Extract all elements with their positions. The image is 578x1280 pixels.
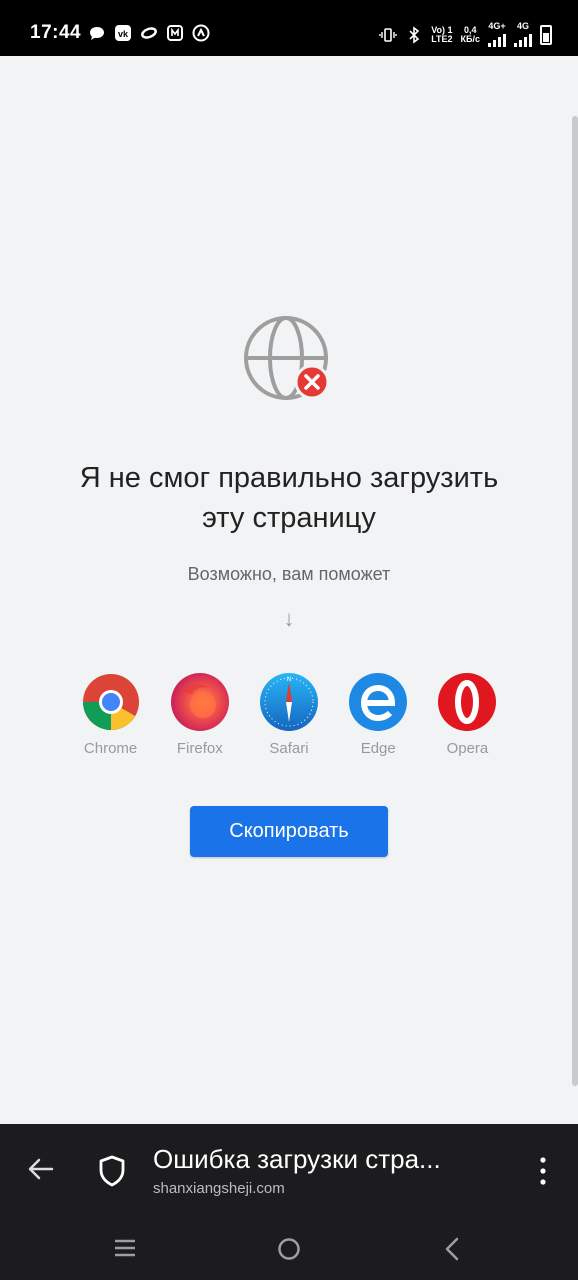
news-icon <box>167 25 183 41</box>
arrow-down-icon: ↓ <box>283 606 295 631</box>
vk-icon: vk <box>115 25 131 41</box>
signal-bars-icon <box>514 31 532 47</box>
vibrate-icon <box>379 27 397 42</box>
address-bar: Ошибка загрузки стра... shanxiangsheji.c… <box>0 1124 578 1218</box>
signal-bars-icon <box>488 31 506 47</box>
signal-sim1: 4G+ <box>488 22 506 47</box>
battery-icon <box>540 24 552 45</box>
message-icon <box>90 27 104 40</box>
copy-button[interactable]: Скопировать <box>190 806 388 857</box>
browser-label: Firefox <box>176 740 223 757</box>
svg-text:vk: vk <box>118 29 129 39</box>
edge-icon <box>349 673 408 731</box>
browser-list: Chrome Firefox N Safari Edge Opera <box>66 672 512 757</box>
back-arrow-icon[interactable] <box>26 1154 56 1184</box>
bluetooth-icon <box>409 25 420 44</box>
firefox-icon <box>170 673 229 731</box>
browser-opera[interactable]: Opera <box>423 672 512 757</box>
globe-error-icon <box>244 316 330 400</box>
scrollbar[interactable] <box>572 116 578 1086</box>
error-title: Я не смог правильно загрузить эту страни… <box>0 458 578 538</box>
signal-sim2: 4G <box>514 22 532 47</box>
status-notification-icons: vk <box>88 24 210 42</box>
status-system-icons: Vo) 1 LTE2 0,4 КБ/с 4G+ 4G <box>379 22 552 47</box>
browser-label: Opera <box>446 740 489 757</box>
volte-indicator: Vo) 1 LTE2 <box>431 24 453 44</box>
page-url[interactable]: shanxiangsheji.com <box>153 1180 285 1197</box>
network-speed: 0,4 КБ/с <box>460 24 480 44</box>
browser-edge[interactable]: Edge <box>334 672 423 757</box>
nav-back-icon[interactable] <box>442 1236 462 1262</box>
error-title-line2: эту страницу <box>202 502 376 534</box>
safari-icon: N <box>260 673 318 731</box>
hint-text: Возможно, вам поможет <box>187 564 391 584</box>
home-circle-icon[interactable] <box>277 1237 301 1261</box>
infinity-icon <box>141 27 157 39</box>
browser-firefox[interactable]: Firefox <box>155 672 244 757</box>
browser-label: Chrome <box>83 740 138 757</box>
chrome-icon <box>82 674 139 730</box>
browser-chrome[interactable]: Chrome <box>66 672 155 757</box>
browser-label: Edge <box>360 740 396 757</box>
recents-menu-icon[interactable] <box>113 1238 137 1258</box>
browser-safari[interactable]: N Safari <box>244 672 333 757</box>
opera-icon <box>438 673 497 731</box>
speed-icon <box>192 24 210 42</box>
status-time: 17:44 <box>30 22 82 43</box>
page-title[interactable]: Ошибка загрузки стра... <box>153 1144 493 1175</box>
browser-label: Safari <box>269 740 309 757</box>
shield-icon[interactable] <box>96 1154 128 1188</box>
status-bar: 17:44 vk Vo) 1 LTE2 0,4 КБ/с 4G+ 4G <box>0 0 578 56</box>
more-menu-icon[interactable] <box>538 1156 548 1186</box>
svg-text:N: N <box>287 677 291 683</box>
error-title-line1: Я не смог правильно загрузить <box>79 462 499 494</box>
web-content <box>0 56 578 1124</box>
system-nav-bar <box>0 1218 578 1280</box>
